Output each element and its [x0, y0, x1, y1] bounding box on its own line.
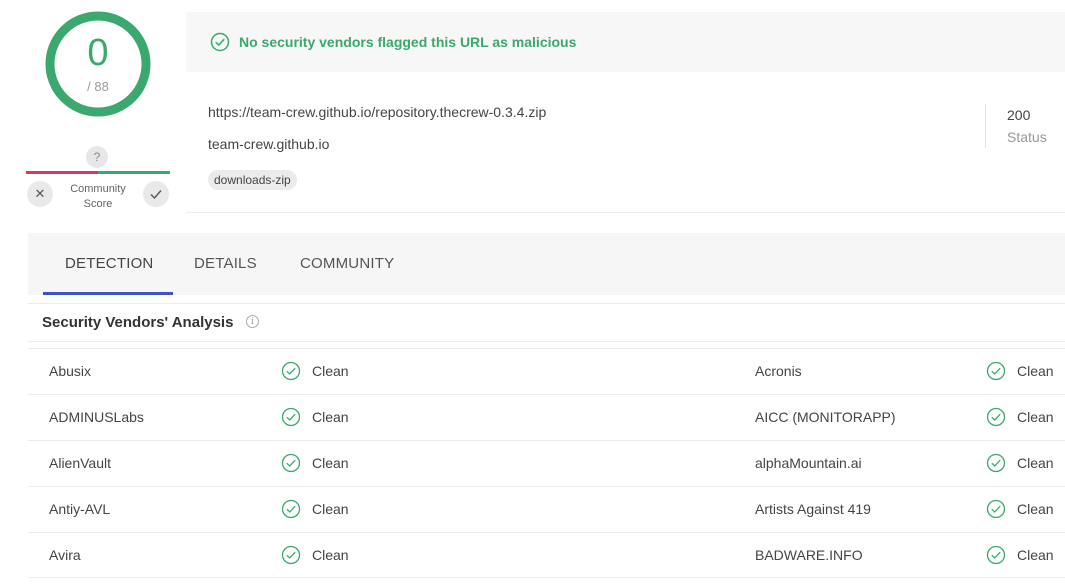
section-divider-top [28, 303, 1065, 304]
table-row: Antiy-AVL Clean Artists Against 419 Clea… [28, 486, 1065, 532]
vendor-name: BADWARE.INFO [755, 547, 863, 563]
tab-details[interactable]: DETAILS [194, 255, 257, 272]
check-circle-icon [281, 499, 301, 519]
detection-score-ring: 0 / 88 [44, 10, 152, 118]
tab-bar: DETECTION DETAILS COMMUNITY [28, 233, 1065, 295]
verdict-banner: No security vendors flagged this URL as … [186, 12, 1065, 72]
section-title: Security Vendors' Analysis [42, 314, 234, 331]
tag-badge[interactable]: downloads-zip [208, 170, 297, 190]
vendor-result: Clean [281, 407, 349, 427]
tab-community[interactable]: COMMUNITY [300, 255, 394, 272]
section-divider-bottom [28, 341, 1065, 342]
vendor-name: AlienVault [49, 455, 112, 471]
check-circle-icon [986, 545, 1006, 565]
active-tab-indicator [43, 292, 173, 295]
check-circle-icon [281, 545, 301, 565]
community-score-unknown-icon: ? [86, 146, 108, 168]
vendor-result-label: Clean [1017, 547, 1054, 563]
vendor-result-label: Clean [312, 455, 349, 471]
vendor-name: Abusix [49, 363, 92, 379]
vendor-name: Acronis [755, 363, 802, 379]
http-status-label: Status [1007, 129, 1047, 145]
community-score-label: Community Score [70, 183, 126, 210]
vendor-name: Antiy-AVL [49, 501, 111, 517]
vendor-result-label: Clean [312, 409, 349, 425]
vendor-result-label: Clean [1017, 455, 1054, 471]
vendor-name: ADMINUSLabs [49, 409, 144, 425]
vendor-result: Clean [281, 361, 349, 381]
vendors-table: Abusix Clean Acronis Clean ADMINUSLabs C… [28, 348, 1065, 578]
check-circle-icon [986, 453, 1006, 473]
info-icon[interactable]: i [246, 315, 259, 328]
vendor-result-label: Clean [312, 363, 349, 379]
vendor-result: Clean [986, 407, 1054, 427]
vendor-result: Clean [986, 453, 1054, 473]
community-score: ? ✕ Community Score [26, 146, 170, 212]
vendor-result: Clean [281, 545, 349, 565]
vendor-result: Clean [986, 545, 1054, 565]
community-score-bar-positive [98, 171, 170, 174]
vendor-result-label: Clean [1017, 501, 1054, 517]
vendor-result-label: Clean [312, 547, 349, 563]
table-row: Abusix Clean Acronis Clean [28, 348, 1065, 394]
http-status-code: 200 [1007, 107, 1031, 123]
vendor-name: Artists Against 419 [755, 501, 871, 517]
vendor-name: Avira [49, 547, 81, 563]
verdict-message: No security vendors flagged this URL as … [239, 34, 577, 50]
vendor-result: Clean [281, 499, 349, 519]
table-row: ADMINUSLabs Clean AICC (MONITORAPP) Clea… [28, 394, 1065, 440]
check-circle-icon [281, 361, 301, 381]
vendor-result-label: Clean [1017, 409, 1054, 425]
scanned-domain[interactable]: team-crew.github.io [208, 136, 329, 152]
status-divider [985, 104, 986, 148]
check-icon [150, 190, 162, 200]
table-row: Avira Clean BADWARE.INFO Clean [28, 532, 1065, 578]
check-circle-icon [281, 453, 301, 473]
tab-detection[interactable]: DETECTION [65, 255, 153, 272]
detection-count: 0 [87, 32, 109, 74]
vote-up-button[interactable] [143, 181, 169, 207]
check-circle-icon [986, 407, 1006, 427]
community-score-bar-negative [26, 171, 98, 174]
vendor-result-label: Clean [312, 501, 349, 517]
vendor-name: AICC (MONITORAPP) [755, 409, 896, 425]
vendor-result: Clean [986, 361, 1054, 381]
table-row: AlienVault Clean alphaMountain.ai Clean [28, 440, 1065, 486]
vendor-result: Clean [986, 499, 1054, 519]
detection-total: / 88 [87, 79, 109, 94]
check-circle-icon [281, 407, 301, 427]
vote-down-button[interactable]: ✕ [27, 181, 53, 207]
info-divider [186, 212, 1065, 213]
vendor-result: Clean [281, 453, 349, 473]
check-circle-icon [210, 32, 230, 52]
close-icon: ✕ [34, 186, 46, 201]
vendor-name: alphaMountain.ai [755, 455, 862, 471]
check-circle-icon [986, 361, 1006, 381]
check-circle-icon [986, 499, 1006, 519]
scanned-url[interactable]: https://team-crew.github.io/repository.t… [208, 104, 546, 120]
vendor-result-label: Clean [1017, 363, 1054, 379]
